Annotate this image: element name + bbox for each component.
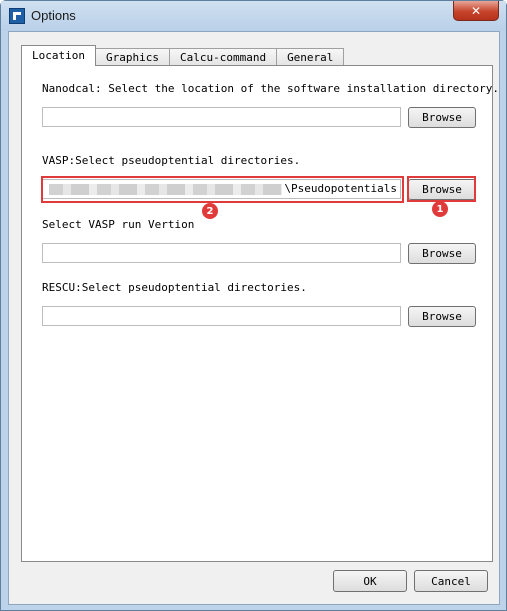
title-bar[interactable]: Options ✕ [1, 1, 506, 31]
window-title: Options [31, 8, 76, 23]
location-panel: Nanodcal: Select the location of the sof… [21, 65, 499, 562]
vasp-run-browse-button[interactable]: Browse [408, 243, 476, 264]
nanodcal-browse-button[interactable]: Browse [408, 107, 476, 128]
vasp-run-label: Select VASP run Vertion [42, 218, 195, 231]
close-button[interactable]: ✕ [453, 1, 499, 21]
rescu-browse-button[interactable]: Browse [408, 306, 476, 327]
options-window: Options ✕ Location Graphics Calcu-comman… [0, 0, 507, 611]
app-logo-icon [9, 8, 25, 24]
tab-general[interactable]: General [276, 48, 345, 66]
annotation-marker-1: 1 [432, 201, 448, 217]
close-icon: ✕ [470, 3, 482, 18]
rescu-pseudopotential-label: RESCU:Select pseudoptential directories. [42, 281, 307, 294]
tab-calcu-command[interactable]: Calcu-command [168, 48, 278, 66]
rescu-pseudopotential-field[interactable] [42, 306, 401, 326]
annotation-highlight-button [407, 176, 476, 202]
nanodcal-path-field[interactable] [42, 107, 401, 127]
cancel-button[interactable]: Cancel [414, 570, 488, 592]
tab-bar: Location Graphics Calcu-command General [21, 44, 345, 66]
annotation-highlight-field [41, 176, 404, 203]
nanodcal-label: Nanodcal: Select the location of the sof… [42, 82, 499, 95]
tab-graphics[interactable]: Graphics [94, 48, 170, 66]
dialog-body: Location Graphics Calcu-command General … [8, 31, 500, 605]
ok-button[interactable]: OK [333, 570, 407, 592]
tab-location[interactable]: Location [21, 45, 96, 66]
vasp-pseudopotential-label: VASP:Select pseudoptential directories. [42, 154, 301, 167]
annotation-marker-2: 2 [202, 203, 218, 219]
vasp-run-field[interactable] [42, 243, 401, 263]
